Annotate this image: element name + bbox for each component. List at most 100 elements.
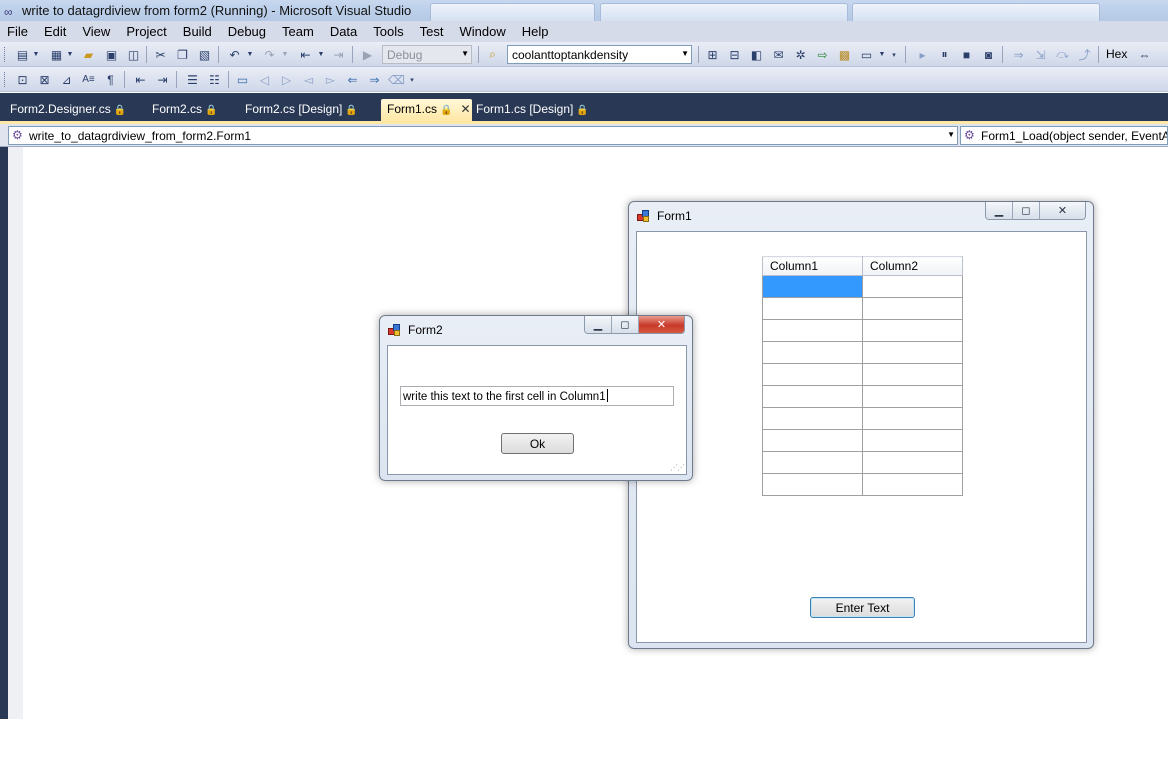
chevron-down-icon[interactable]: ▼: [31, 46, 41, 63]
enter-text-button[interactable]: Enter Text: [810, 597, 915, 618]
tab-form2-designer-cs[interactable]: Form2.Designer.cs 🔒: [4, 99, 132, 121]
data-grid-view[interactable]: Column1 Column2: [762, 256, 963, 496]
toolbar-options-icon[interactable]: ▾: [407, 71, 417, 88]
toggle-word-wrap-icon[interactable]: ¶: [102, 71, 119, 88]
show-next-statement-icon[interactable]: ⇒: [1010, 46, 1027, 63]
complete-word-icon[interactable]: A≡: [80, 71, 97, 88]
toolbar-grip[interactable]: [4, 47, 7, 62]
menu-file[interactable]: File: [0, 24, 36, 39]
toolbar-grip[interactable]: [4, 72, 7, 87]
start-debugging-icon[interactable]: ▶: [359, 46, 376, 63]
stop-debugging-icon[interactable]: ■: [958, 46, 975, 63]
menu-view[interactable]: View: [74, 24, 118, 39]
grid-cell[interactable]: [862, 363, 963, 386]
grid-cell[interactable]: [762, 341, 863, 364]
next-bookmark-icon[interactable]: ▷: [278, 71, 295, 88]
grid-cell[interactable]: [762, 319, 863, 342]
step-out-icon[interactable]: ⤴: [1076, 46, 1093, 63]
minimize-button[interactable]: ▁: [585, 316, 612, 333]
grid-cell[interactable]: [762, 363, 863, 386]
column-header-column1[interactable]: Column1: [762, 256, 863, 276]
uncomment-icon[interactable]: ☷: [206, 71, 223, 88]
menu-help[interactable]: Help: [514, 24, 557, 39]
grid-cell[interactable]: [862, 341, 963, 364]
extension-manager-icon[interactable]: ▩: [836, 46, 853, 63]
chevron-down-icon[interactable]: ▼: [245, 46, 255, 63]
menu-project[interactable]: Project: [118, 24, 174, 39]
text-input[interactable]: write this text to the first cell in Col…: [400, 386, 674, 406]
decrease-indent-icon[interactable]: ⇤: [132, 71, 149, 88]
solution-configuration-combo[interactable]: Debug ▼: [382, 45, 472, 64]
clear-bookmarks-icon[interactable]: ⌫: [388, 71, 405, 88]
previous-bookmark-icon[interactable]: ◁: [256, 71, 273, 88]
redo-icon[interactable]: ↷: [261, 46, 278, 63]
maximize-button[interactable]: ◻: [1013, 202, 1040, 219]
next-bookmark-in-folder-icon[interactable]: ▻: [322, 71, 339, 88]
new-project-icon[interactable]: ▤: [14, 46, 31, 63]
solution-explorer-icon[interactable]: ⊞: [704, 46, 721, 63]
cut-icon[interactable]: ✂: [152, 46, 169, 63]
grid-cell[interactable]: [862, 319, 963, 342]
maximize-button[interactable]: ◻: [612, 316, 639, 333]
menu-build[interactable]: Build: [175, 24, 220, 39]
close-button[interactable]: ✕: [639, 316, 684, 333]
menu-edit[interactable]: Edit: [36, 24, 74, 39]
hex-toggle-button[interactable]: Hex: [1106, 47, 1127, 61]
display-object-member-list-icon[interactable]: ⊡: [14, 71, 31, 88]
previous-bookmark-in-folder-icon[interactable]: ◅: [300, 71, 317, 88]
members-combo[interactable]: ⚙ Form1_Load(object sender, EventArgs e): [960, 126, 1168, 145]
start-page-icon[interactable]: ⇨: [814, 46, 831, 63]
size-grip-icon[interactable]: ⋰⋰: [670, 463, 685, 472]
find-combo[interactable]: coolanttoptankdensity ▼: [507, 45, 692, 64]
undo-icon[interactable]: ↶: [226, 46, 243, 63]
tab-form1-cs[interactable]: Form1.cs 🔒 ✕: [381, 99, 472, 121]
navigate-forward-icon[interactable]: ⇥: [330, 46, 347, 63]
increase-indent-icon[interactable]: ⇥: [154, 71, 171, 88]
add-item-icon[interactable]: ▦: [48, 46, 65, 63]
grid-cell[interactable]: [762, 407, 863, 430]
grid-cell[interactable]: [762, 429, 863, 452]
menu-data[interactable]: Data: [322, 24, 365, 39]
open-folder-icon[interactable]: ▰: [80, 46, 97, 63]
next-bookmark-in-document-icon[interactable]: ⇒: [366, 71, 383, 88]
chevron-down-icon[interactable]: ▼: [316, 46, 326, 63]
grid-cell[interactable]: [762, 451, 863, 474]
object-browser-icon[interactable]: ◧: [748, 46, 765, 63]
previous-bookmark-in-document-icon[interactable]: ⇐: [344, 71, 361, 88]
properties-icon[interactable]: ⊟: [726, 46, 743, 63]
menu-debug[interactable]: Debug: [220, 24, 274, 39]
command-window-icon[interactable]: ▭: [858, 46, 875, 63]
grid-cell[interactable]: [762, 297, 863, 320]
editor-indicator-margin[interactable]: [8, 147, 23, 719]
grid-cell[interactable]: [762, 473, 863, 496]
break-all-icon[interactable]: ⏸: [936, 46, 953, 63]
step-over-icon[interactable]: ⤼: [1054, 46, 1071, 63]
menu-tools[interactable]: Tools: [365, 24, 411, 39]
navigate-backward-icon[interactable]: ⇤: [297, 46, 314, 63]
breakpoint-location-icon[interactable]: ⇔: [1136, 46, 1153, 63]
tab-form2-cs[interactable]: Form2.cs 🔒: [146, 99, 223, 121]
grid-cell[interactable]: [862, 473, 963, 496]
copy-icon[interactable]: ❐: [174, 46, 191, 63]
grid-cell[interactable]: [862, 407, 963, 430]
find-in-files-icon[interactable]: ⌕: [484, 46, 501, 63]
grid-cell[interactable]: [862, 385, 963, 408]
chevron-down-icon[interactable]: ▼: [280, 46, 290, 63]
toolbox-icon[interactable]: ✉: [770, 46, 787, 63]
grid-cell[interactable]: [862, 297, 963, 320]
tools-icon[interactable]: ✲: [792, 46, 809, 63]
menu-window[interactable]: Window: [451, 24, 513, 39]
ok-button[interactable]: Ok: [501, 433, 574, 454]
menu-team[interactable]: Team: [274, 24, 322, 39]
step-into-icon[interactable]: ⇲: [1032, 46, 1049, 63]
minimize-button[interactable]: ▁: [986, 202, 1013, 219]
chevron-down-icon[interactable]: ▼: [877, 46, 887, 63]
form1-window[interactable]: Form1 ▁ ◻ ✕ Column1 Column2 Enter Text: [628, 201, 1094, 649]
restart-icon[interactable]: ◙: [980, 46, 997, 63]
chevron-down-icon[interactable]: ▼: [65, 46, 75, 63]
grid-cell[interactable]: [762, 275, 863, 298]
toolbar-options-icon[interactable]: ▾: [889, 46, 899, 63]
continue-icon[interactable]: ▸: [914, 46, 931, 63]
save-icon[interactable]: ▣: [103, 46, 120, 63]
save-all-icon[interactable]: ◫: [125, 46, 142, 63]
